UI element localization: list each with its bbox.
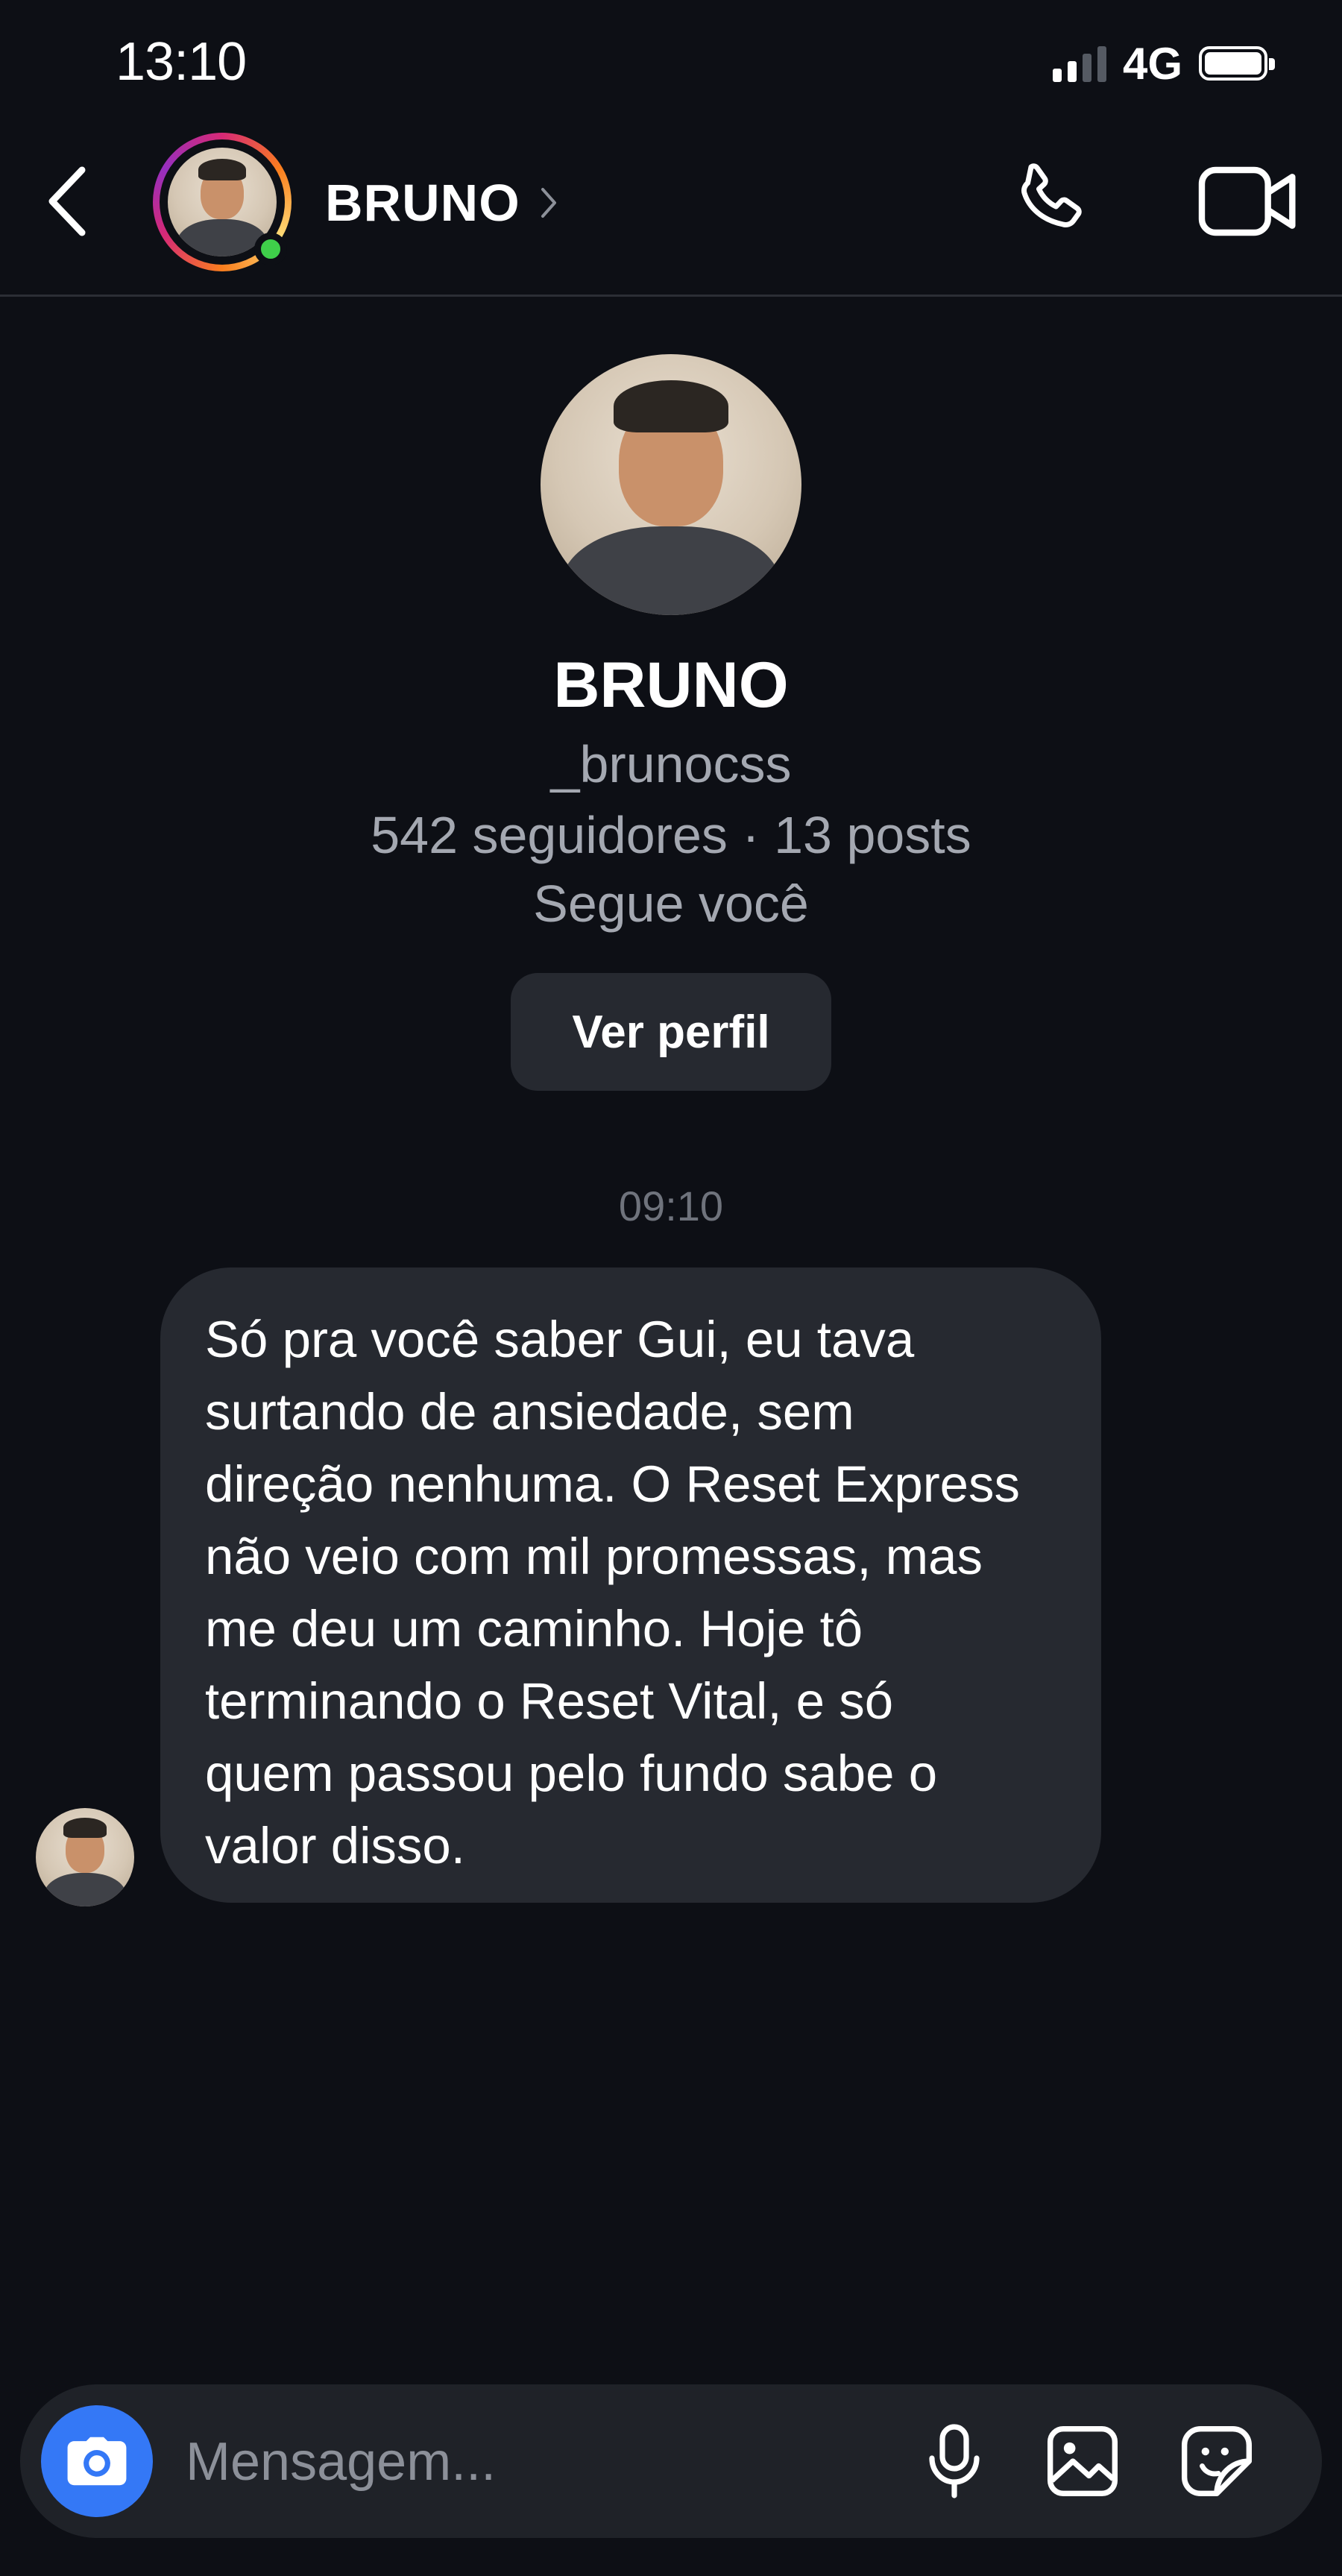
message-timestamp: 09:10 [618,1182,724,1229]
message-text: Só pra você saber Gui, eu tava surtando … [205,1311,1021,1874]
profile-stats: 542 seguidores · 13 posts [371,806,971,864]
follows-you-label: Segue você [533,875,809,933]
gallery-button[interactable] [1034,2413,1131,2510]
video-camera-icon [1198,166,1296,236]
header-avatar[interactable] [153,133,292,271]
dm-screen: 13:10 4G BRUNO BRUNO _brunocss 542 segui… [0,0,1342,2576]
voice-call-button[interactable] [999,149,1103,253]
camera-button[interactable] [41,2405,153,2517]
header-name-link[interactable]: BRUNO [325,173,558,233]
network-label: 4G [1122,38,1182,89]
message-bubble[interactable]: Só pra você saber Gui, eu tava surtando … [160,1267,1101,1903]
online-status-dot [254,233,287,265]
sender-avatar[interactable] [36,1808,134,1906]
avatar [36,1808,134,1906]
back-button[interactable] [34,160,101,242]
chevron-left-icon [48,166,86,236]
battery-icon [1199,46,1275,81]
status-indicators: 4G [1052,37,1275,89]
image-icon [1047,2425,1118,2497]
signal-icon [1052,45,1106,82]
header-username: BRUNO [325,174,520,232]
status-time: 13:10 [116,32,247,92]
microphone-icon [929,2424,980,2498]
chat-header: BRUNO [0,127,1342,297]
view-profile-button[interactable]: Ver perfil [511,973,831,1091]
video-call-button[interactable] [1189,149,1308,253]
profile-name: BRUNO [553,649,789,721]
profile-avatar[interactable] [541,354,801,615]
sticker-button[interactable] [1168,2413,1265,2510]
camera-icon [67,2437,127,2486]
phone-icon [1021,163,1082,227]
message-input[interactable] [184,2414,895,2510]
voice-message-button[interactable] [906,2413,1003,2510]
sticker-icon [1181,2425,1253,2497]
message-row: Só pra você saber Gui, eu tava surtando … [0,1267,1342,1909]
profile-handle: _brunocss [550,735,792,793]
chevron-right-icon [540,186,558,219]
message-composer [20,2384,1322,2538]
